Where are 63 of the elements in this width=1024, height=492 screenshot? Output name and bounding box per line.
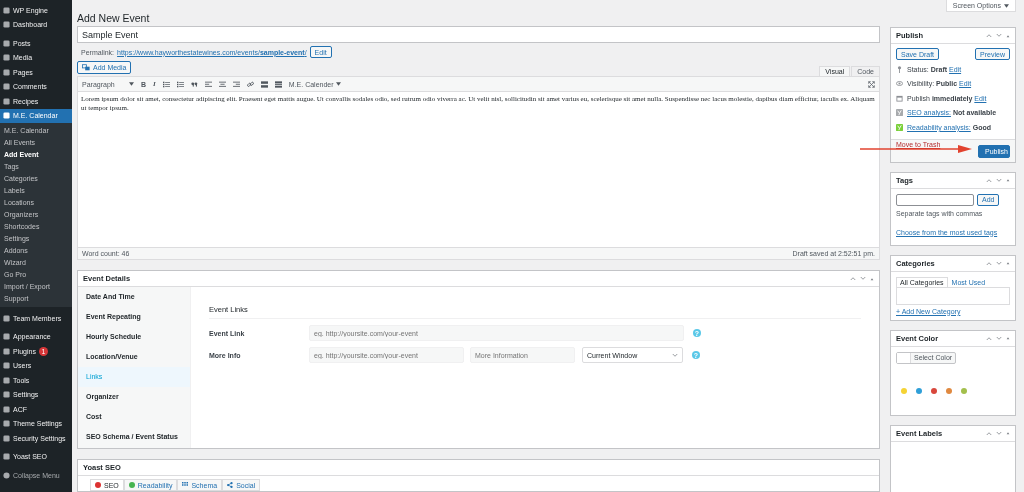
square-icon bbox=[3, 434, 10, 442]
square-icon bbox=[3, 54, 10, 62]
square-icon bbox=[3, 420, 10, 428]
square-icon bbox=[3, 6, 10, 14]
square-icon bbox=[3, 376, 10, 384]
chevron-down-icon[interactable] bbox=[996, 430, 1002, 436]
color-swatch[interactable] bbox=[961, 387, 967, 394]
caret-icon bbox=[1004, 3, 1009, 8]
calendar-icon bbox=[896, 94, 903, 102]
caret-icon bbox=[335, 82, 341, 86]
color-swatch[interactable] bbox=[946, 387, 952, 394]
quote-icon[interactable] bbox=[190, 80, 198, 88]
square-icon bbox=[3, 68, 10, 76]
media-icon bbox=[82, 64, 90, 71]
color-swatch[interactable] bbox=[916, 387, 922, 394]
title-field[interactable]: Sample Event bbox=[77, 26, 880, 43]
eye-icon bbox=[896, 80, 903, 88]
page-title: Add New Event bbox=[77, 12, 151, 25]
align-right-icon[interactable] bbox=[232, 80, 240, 88]
numbered-list-icon[interactable] bbox=[176, 80, 184, 88]
square-icon bbox=[3, 453, 10, 461]
tag-input[interactable] bbox=[896, 193, 974, 206]
triangle-icon[interactable] bbox=[1006, 261, 1010, 265]
square-icon bbox=[3, 391, 10, 399]
chevron-down-icon[interactable] bbox=[996, 33, 1002, 38]
chevron-up-icon[interactable] bbox=[986, 33, 992, 38]
square-icon bbox=[3, 97, 10, 105]
square-icon bbox=[3, 39, 10, 47]
toolbar-toggle-icon[interactable] bbox=[274, 80, 282, 88]
color-swatch[interactable] bbox=[901, 387, 907, 394]
chevron-down-icon[interactable] bbox=[996, 177, 1002, 183]
square-icon bbox=[3, 112, 10, 120]
chevron-up-icon[interactable] bbox=[850, 276, 856, 281]
triangle-icon[interactable] bbox=[1006, 178, 1010, 182]
triangle-icon[interactable] bbox=[1006, 431, 1010, 435]
fullscreen-icon[interactable] bbox=[868, 80, 875, 88]
square-icon bbox=[3, 21, 10, 29]
chevron-down-icon[interactable] bbox=[996, 260, 1002, 266]
align-center-icon[interactable] bbox=[218, 80, 226, 88]
triangle-icon[interactable] bbox=[1006, 336, 1010, 340]
read-more-icon[interactable] bbox=[260, 80, 268, 88]
chevron-down-icon bbox=[672, 352, 678, 358]
square-icon bbox=[3, 347, 10, 355]
chevron-up-icon[interactable] bbox=[986, 430, 992, 436]
chevron-up-icon[interactable] bbox=[986, 177, 992, 183]
align-left-icon[interactable] bbox=[204, 80, 212, 88]
share-icon bbox=[227, 482, 234, 488]
circle-icon bbox=[3, 471, 10, 479]
grid-icon bbox=[182, 482, 189, 488]
link-icon[interactable] bbox=[246, 80, 254, 88]
square-icon bbox=[3, 314, 10, 322]
pin-icon bbox=[896, 65, 903, 73]
chevron-down-icon[interactable] bbox=[860, 276, 866, 281]
square-icon bbox=[3, 333, 10, 341]
square-icon bbox=[3, 405, 10, 413]
chevron-down-icon[interactable] bbox=[996, 335, 1002, 341]
chevron-up-icon[interactable] bbox=[986, 260, 992, 266]
chevron-up-icon[interactable] bbox=[986, 335, 992, 341]
color-swatch[interactable] bbox=[931, 387, 937, 394]
bullet-list-icon[interactable] bbox=[162, 80, 170, 88]
square-icon bbox=[3, 83, 10, 91]
caret-icon bbox=[129, 82, 134, 86]
square-icon bbox=[3, 362, 10, 370]
